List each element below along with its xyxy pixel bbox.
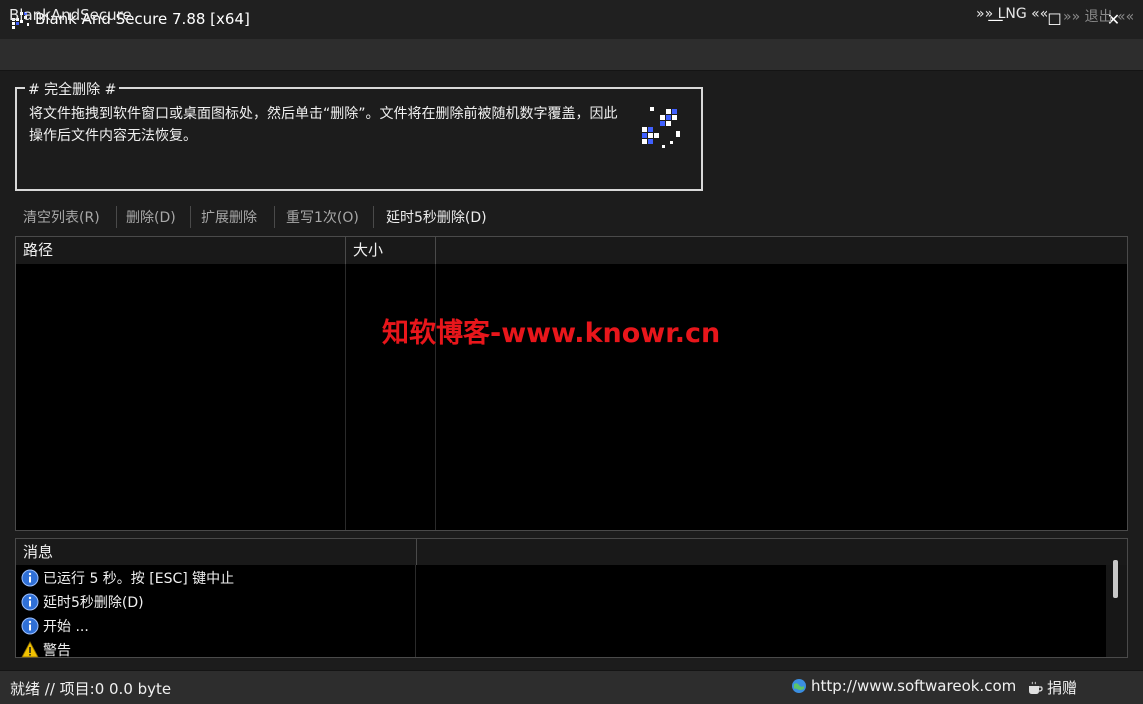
- secure-delete-icon: [642, 107, 680, 148]
- message-row[interactable]: 已运行 5 秒。按 [ESC] 键中止: [21, 566, 234, 590]
- file-list[interactable]: [15, 236, 1128, 531]
- extended-delete-button[interactable]: 扩展删除: [201, 207, 257, 229]
- toolbar-separator: [373, 206, 374, 228]
- warning-icon: [21, 641, 39, 658]
- column-divider: [435, 264, 436, 530]
- message-text: 开始 ...: [43, 619, 89, 635]
- delete-button[interactable]: 删除(D): [126, 207, 176, 229]
- overwrite-button[interactable]: 重写1次(O): [286, 207, 359, 229]
- message-text: 延时5秒删除(D): [43, 595, 144, 611]
- status-text: 就绪 // 项目:0 0.0 byte: [10, 680, 172, 698]
- column-header-size[interactable]: 大小: [346, 237, 436, 264]
- donate-label: 捐赠: [1047, 679, 1078, 697]
- info-icon: [21, 593, 39, 611]
- clear-list-button[interactable]: 清空列表(R): [23, 207, 100, 229]
- toolbar-separator: [274, 206, 275, 228]
- column-header-message[interactable]: 消息: [16, 539, 417, 565]
- website-link[interactable]: http://www.softwareok.com: [791, 677, 1016, 695]
- scrollbar-thumb[interactable]: [1113, 560, 1118, 598]
- header-bar: [0, 39, 1143, 71]
- message-text: 已运行 5 秒。按 [ESC] 键中止: [43, 571, 235, 587]
- message-row[interactable]: 警告: [21, 638, 71, 662]
- message-row[interactable]: 开始 ...: [21, 614, 89, 638]
- globe-icon: [792, 679, 806, 693]
- watermark-text: 知软博客-www.knowr.cn: [382, 318, 721, 349]
- info-icon: [21, 569, 39, 587]
- toolbar-separator: [116, 206, 117, 228]
- group-legend: # 完全删除 #: [25, 79, 120, 99]
- website-url: http://www.softwareok.com: [811, 677, 1017, 695]
- message-row[interactable]: 延时5秒删除(D): [21, 590, 144, 614]
- language-link[interactable]: »» LNG ««: [976, 6, 1048, 22]
- app-name-label: BlankAndSecure: [9, 6, 132, 24]
- toolbar-separator: [190, 206, 191, 228]
- column-divider: [415, 565, 416, 657]
- group-description: 将文件拖拽到软件窗口或桌面图标处，然后单击“删除”。文件将在删除前被随机数字覆盖…: [29, 106, 618, 144]
- donate-link[interactable]: 捐赠: [1027, 677, 1077, 698]
- column-divider: [345, 264, 346, 530]
- maximize-icon: ☐: [1047, 10, 1062, 29]
- exit-link[interactable]: »» 退出 ««: [1063, 6, 1134, 26]
- message-text: 警告: [43, 643, 71, 659]
- coffee-cup-icon: [1029, 681, 1043, 694]
- delay-delete-button[interactable]: 延时5秒删除(D): [386, 207, 487, 229]
- info-icon: [21, 617, 39, 635]
- column-header-path[interactable]: 路径: [16, 237, 346, 264]
